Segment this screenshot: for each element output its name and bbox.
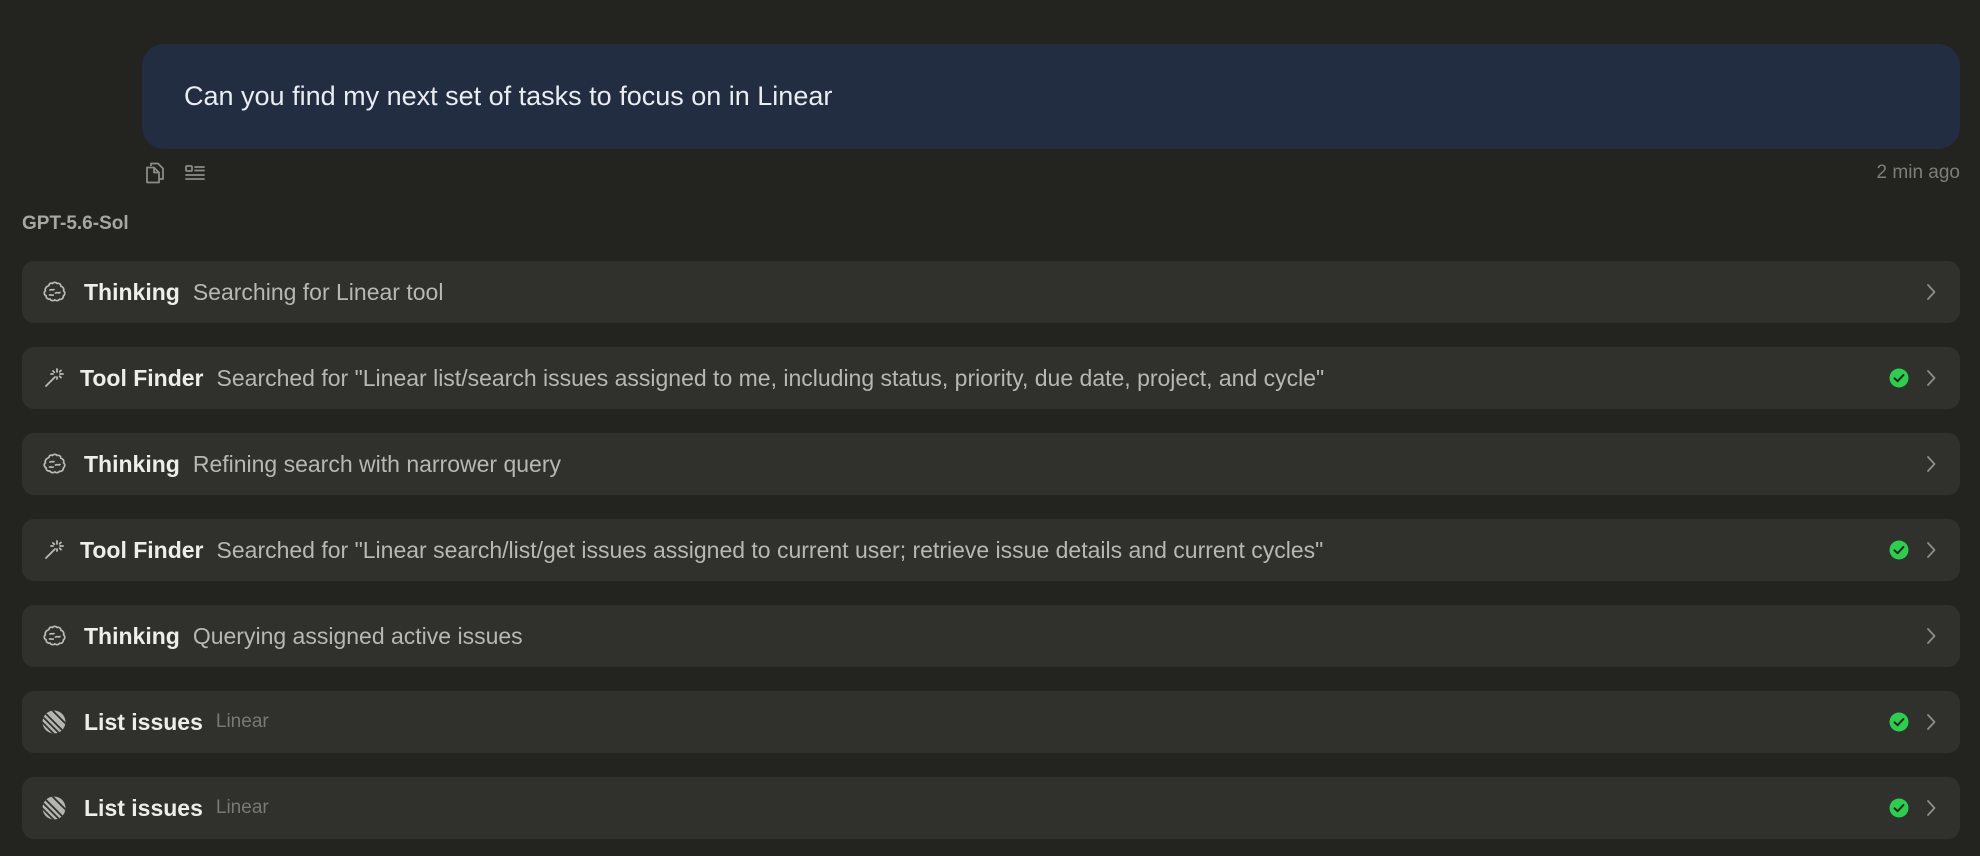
edit-text-icon[interactable] — [182, 160, 208, 186]
tool-step-row[interactable]: Tool Finder Searched for "Linear list/sea… — [22, 347, 1960, 409]
brain-icon — [40, 622, 68, 650]
tool-step-detail: Searched for "Linear search/list/get iss… — [216, 536, 1324, 563]
chat-page: Can you find my next set of tasks to foc… — [0, 0, 1980, 856]
tool-step-title: List issues — [84, 794, 203, 821]
tool-step-detail: Querying assigned active issues — [192, 622, 523, 649]
chevron-right-icon[interactable] — [1922, 281, 1940, 303]
tool-step-title: Thinking — [84, 622, 180, 649]
tool-step-detail: Refining search with narrower query — [192, 450, 561, 477]
tool-step-title: Tool Finder — [80, 536, 204, 563]
user-message-text: Can you find my next set of tasks to foc… — [184, 81, 833, 111]
tool-step-row[interactable]: Thinking Querying assigned active issues — [22, 605, 1960, 667]
chevron-right-icon[interactable] — [1922, 797, 1940, 819]
brain-icon — [40, 450, 68, 478]
magic-wand-icon — [40, 536, 68, 564]
message-timestamp: 2 min ago — [1876, 162, 1960, 183]
copy-icon[interactable] — [142, 160, 168, 186]
tool-step-title: List issues — [84, 708, 203, 735]
tool-step-row[interactable]: List issues Linear — [22, 777, 1960, 839]
check-circle-icon — [1888, 367, 1910, 389]
tool-step-title: Thinking — [84, 450, 180, 477]
chevron-right-icon[interactable] — [1922, 711, 1940, 733]
tool-step-row[interactable]: Tool Finder Searched for "Linear search/l… — [22, 519, 1960, 581]
model-name-label: GPT-5.6-Sol — [22, 213, 129, 234]
tool-step-detail: Searched for "Linear list/search issues … — [216, 364, 1325, 391]
tool-step-detail: Linear — [215, 711, 269, 732]
chevron-right-icon[interactable] — [1922, 453, 1940, 475]
user-message-bubble: Can you find my next set of tasks to foc… — [142, 44, 1960, 149]
linear-logo-icon — [40, 794, 68, 822]
check-circle-icon — [1888, 797, 1910, 819]
tool-step-row[interactable]: Thinking Refining search with narrower qu… — [22, 433, 1960, 495]
tool-step-detail: Linear — [215, 797, 269, 818]
check-circle-icon — [1888, 711, 1910, 733]
chevron-right-icon[interactable] — [1922, 625, 1940, 647]
tool-steps-list: Thinking Searching for Linear tool Tool Fi… — [22, 261, 1960, 856]
tool-step-row[interactable]: List issues Linear — [22, 691, 1960, 753]
tool-step-row[interactable]: Thinking Searching for Linear tool — [22, 261, 1960, 323]
check-circle-icon — [1888, 539, 1910, 561]
tool-step-title: Thinking — [84, 278, 180, 305]
linear-logo-icon — [40, 708, 68, 736]
message-actions — [142, 160, 208, 186]
tool-step-title: Tool Finder — [80, 364, 204, 391]
chevron-right-icon[interactable] — [1922, 367, 1940, 389]
magic-wand-icon — [40, 364, 68, 392]
chevron-right-icon[interactable] — [1922, 539, 1940, 561]
brain-icon — [40, 278, 68, 306]
tool-step-detail: Searching for Linear tool — [192, 278, 444, 305]
